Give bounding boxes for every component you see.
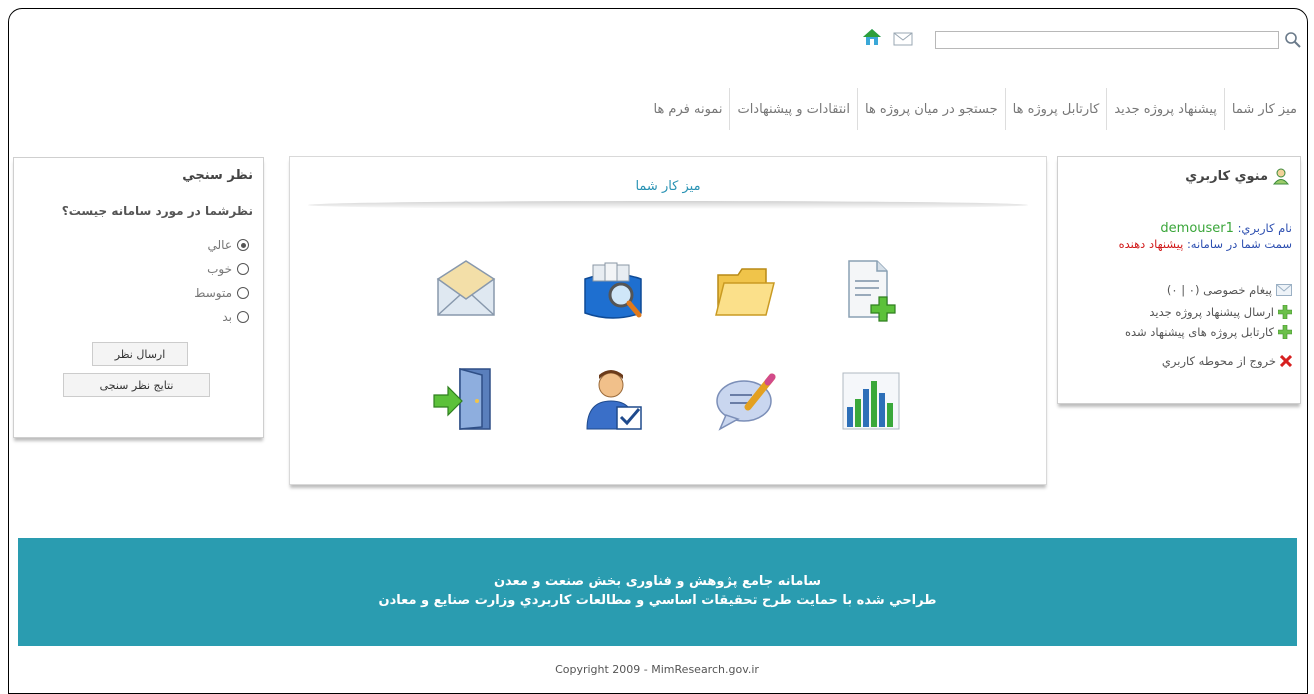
nav-item-project-cartable[interactable]: کارتابل پروژه ها	[1006, 102, 1107, 117]
close-icon	[1280, 355, 1292, 367]
footer-banner: سامانه جامع پژوهش و فناوری بخش صنعت و مع…	[18, 538, 1297, 646]
nav-separator	[856, 88, 858, 130]
user-approve-icon[interactable]	[577, 363, 649, 435]
exit-door-icon[interactable]	[430, 363, 502, 435]
radio[interactable]	[237, 287, 249, 299]
poll-title: نظر سنجي	[182, 168, 253, 183]
role-label: سمت شما در سامانه:	[1186, 237, 1292, 251]
plus-icon	[1278, 305, 1292, 319]
private-messages-label: پیغام خصوصی (۰ | ۰)	[1166, 283, 1272, 297]
user-icon	[1272, 168, 1290, 185]
poll-question: نظرشما در مورد سامانه جیست؟	[61, 204, 253, 218]
radio[interactable]	[237, 311, 249, 323]
poll-option-average[interactable]: متوسط	[194, 286, 249, 300]
new-proposal-label: ارسال پیشنهاد پروژه جدید	[1149, 305, 1274, 319]
home-icon[interactable]	[862, 28, 882, 46]
nav-separator	[1223, 88, 1225, 130]
poll-option-bad[interactable]: بد	[222, 310, 249, 324]
user-menu-title: منوي کاربري	[1185, 168, 1268, 184]
poll-submit-button[interactable]: ارسال نظر	[92, 342, 188, 366]
envelope-small-icon	[1276, 284, 1292, 296]
search-files-icon[interactable]	[577, 255, 649, 327]
footer-line-2: طراحي شده با حمايت طرح تحقیقات اساسي و م…	[378, 593, 937, 608]
username-line: نام کاربري: demouser1	[1160, 221, 1292, 236]
title-divider	[308, 201, 1028, 209]
role-value: پیشنهاد دهنده	[1118, 237, 1184, 251]
poll-panel: نظر سنجي نظرشما در مورد سامانه جیست؟ عال…	[13, 157, 264, 438]
search-input[interactable]	[935, 31, 1279, 49]
logout-link[interactable]: خروج از محوطه کاربري	[1162, 354, 1292, 368]
user-menu-panel: منوي کاربري نام کاربري: demouser1 سمت شم…	[1057, 156, 1301, 404]
new-document-icon[interactable]	[835, 255, 907, 327]
envelope-icon[interactable]	[430, 255, 502, 327]
nav-separator	[1106, 88, 1108, 130]
new-proposal-link[interactable]: ارسال پیشنهاد پروژه جدید	[1149, 305, 1292, 319]
user-menu-header: منوي کاربري	[1185, 167, 1290, 185]
desk-panel: میز کار شما	[289, 156, 1047, 485]
logout-label: خروج از محوطه کاربري	[1161, 354, 1276, 368]
poll-option-label: عالي	[207, 238, 232, 252]
poll-option-good[interactable]: خوب	[207, 262, 249, 276]
role-line: سمت شما در سامانه: پیشنهاد دهنده	[1119, 237, 1292, 251]
poll-option-label: متوسط	[194, 286, 232, 300]
mail-icon[interactable]	[893, 32, 913, 46]
nav-item-new-proposal[interactable]: پیشنهاد پروژه جدید	[1107, 102, 1224, 117]
folder-icon[interactable]	[710, 255, 782, 327]
chart-icon[interactable]	[835, 363, 907, 435]
desk-title: میز کار شما	[635, 179, 701, 194]
poll-results-button[interactable]: نتایج نظر سنجی	[63, 373, 210, 397]
search-icon[interactable]	[1283, 30, 1303, 50]
footer-line-1: سامانه جامع پژوهش و فناوری بخش صنعت و مع…	[493, 574, 822, 589]
radio-selected[interactable]	[237, 239, 249, 251]
proposed-projects-label: کارتابل پروژه های پیشنهاد شده	[1124, 325, 1274, 339]
poll-option-label: خوب	[207, 262, 232, 276]
nav-separator	[1004, 88, 1006, 130]
proposed-projects-link[interactable]: کارتابل پروژه های پیشنهاد شده	[1125, 325, 1292, 339]
copyright-text: Copyright 2009 - MimResearch.gov.ir	[555, 663, 759, 676]
radio[interactable]	[237, 263, 249, 275]
username-value: demouser1	[1160, 221, 1234, 236]
chat-edit-icon[interactable]	[710, 363, 782, 435]
nav-item-project-search[interactable]: جستجو در میان پروژه ها	[858, 102, 1005, 117]
poll-option-excellent[interactable]: عالي	[208, 238, 249, 252]
nav-item-sample-forms[interactable]: نمونه فرم ها	[646, 102, 729, 117]
plus-icon	[1278, 325, 1292, 339]
main-nav: میز کار شما پیشنهاد پروژه جدید کارتابل پ…	[646, 88, 1304, 130]
nav-item-feedback[interactable]: انتقادات و پیشنهادات	[730, 102, 857, 117]
username-label: نام کاربري:	[1237, 221, 1292, 235]
nav-item-desk[interactable]: میز کار شما	[1225, 102, 1304, 117]
private-messages-link[interactable]: پیغام خصوصی (۰ | ۰)	[1167, 283, 1292, 297]
poll-option-label: بد	[222, 310, 232, 324]
nav-separator	[729, 88, 731, 130]
